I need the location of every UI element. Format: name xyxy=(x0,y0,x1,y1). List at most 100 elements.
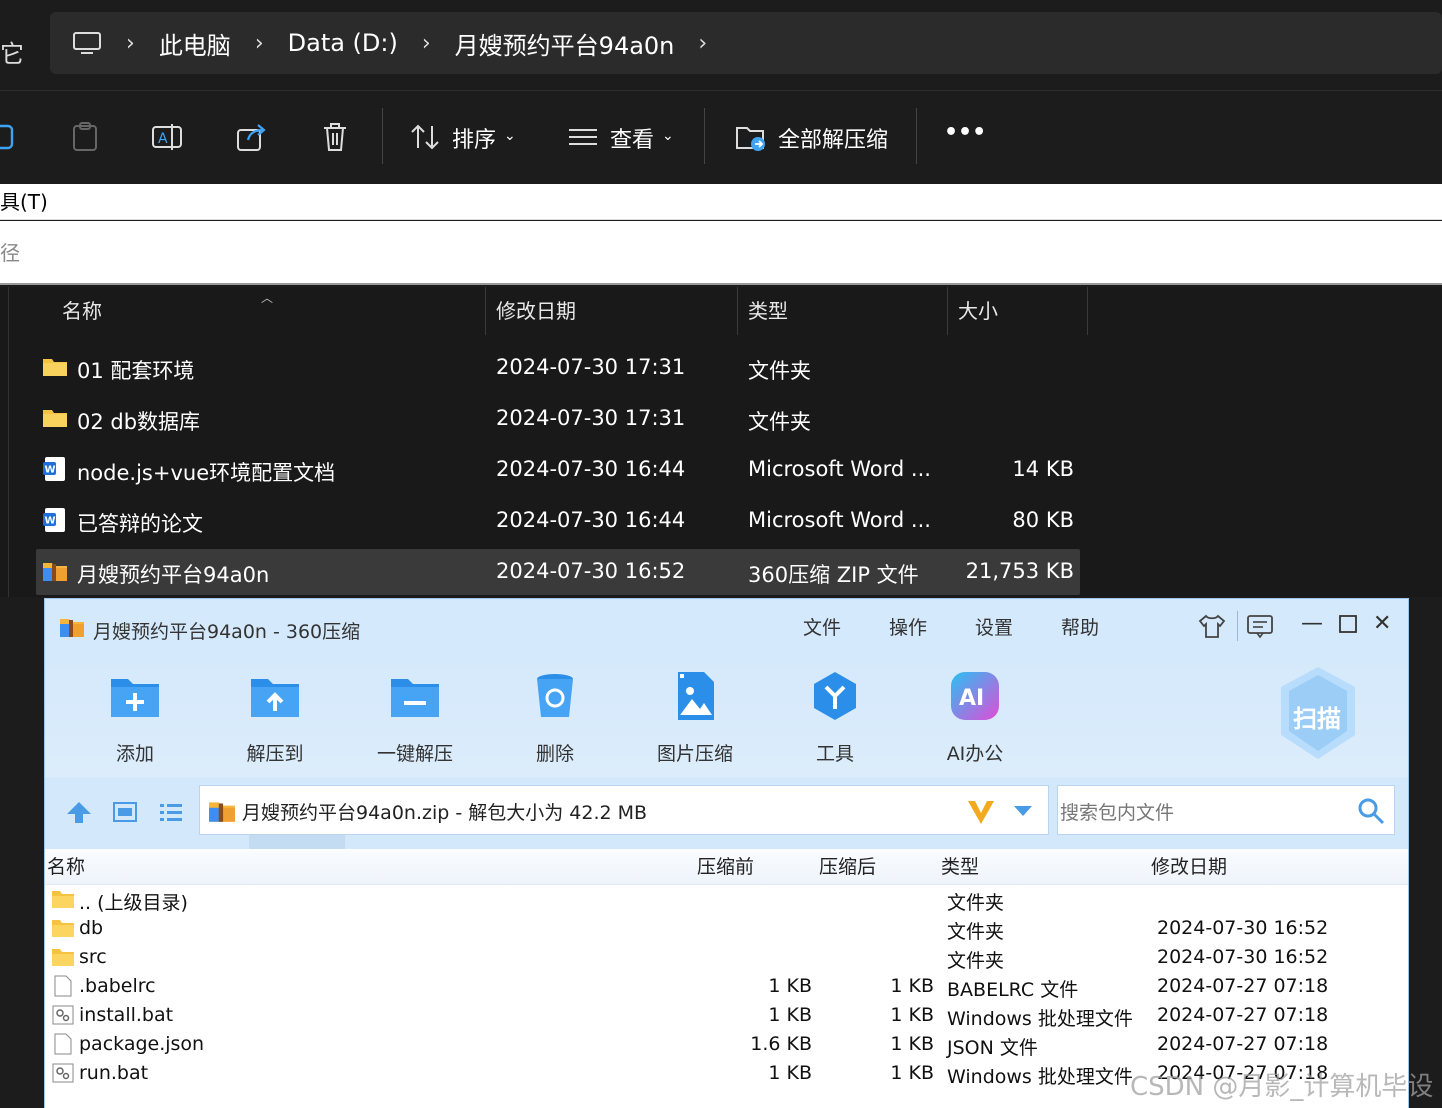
zip-row[interactable]: src 文件夹 2024-07-30 16:52 xyxy=(45,943,1408,972)
tools-button[interactable]: 工具 xyxy=(775,669,895,766)
scroll-thumb[interactable] xyxy=(249,835,345,849)
breadcrumb-data-drive[interactable]: Data (D:) xyxy=(288,29,398,57)
zip-row[interactable]: install.bat 1 KB 1 KB Windows 批处理文件 2024… xyxy=(45,1001,1408,1030)
zip-title-bar[interactable]: 月嫂预约平台94a0n - 360压缩 文件 操作 设置 帮助 — ✕ xyxy=(45,599,1408,653)
chevron-right-icon[interactable]: › xyxy=(255,31,264,56)
command-bar xyxy=(0,90,1442,184)
view-icon[interactable] xyxy=(566,120,600,154)
zip-row-name: run.bat xyxy=(79,1062,149,1084)
file-row[interactable]: W node.js+vue环境配置文档 2024-07-30 16:44 Mic… xyxy=(36,447,1080,493)
feedback-icon[interactable] xyxy=(1245,611,1275,641)
zip-row[interactable]: package.json 1.6 KB 1 KB JSON 文件 2024-07… xyxy=(45,1030,1408,1059)
chevron-right-icon[interactable]: › xyxy=(126,31,135,56)
list-view-icon[interactable] xyxy=(157,799,185,825)
file-date: 2024-07-30 16:52 xyxy=(496,559,686,583)
file-size: 80 KB xyxy=(1012,508,1074,532)
view-button[interactable]: 查看 xyxy=(610,122,654,154)
file-date: 2024-07-30 17:31 xyxy=(496,355,686,379)
file-type: Microsoft Word ... xyxy=(748,508,931,532)
chevron-down-icon[interactable]: ⌄ xyxy=(504,128,516,144)
zip-row-type: 文件夹 xyxy=(947,921,1005,943)
menu-item-tools[interactable]: 具(T) xyxy=(0,190,48,214)
extract-all-button[interactable]: 全部解压缩 xyxy=(778,122,888,154)
column-header-size[interactable]: 大小 xyxy=(958,287,998,335)
breadcrumb-current-folder[interactable]: 月嫂预约平台94a0n xyxy=(455,26,675,61)
file-type: Microsoft Word ... xyxy=(748,457,931,481)
paste-icon[interactable] xyxy=(68,120,102,154)
zip-row-after: 1 KB xyxy=(890,1004,934,1026)
close-icon[interactable]: ✕ xyxy=(1373,611,1391,636)
pane-divider xyxy=(8,287,9,597)
extract-folder-icon[interactable] xyxy=(734,120,768,154)
menu-help[interactable]: 帮助 xyxy=(1061,613,1099,640)
chevron-down-icon[interactable]: ⌄ xyxy=(662,128,674,144)
file-row[interactable]: 01 配套环境 2024-07-30 17:31 文件夹 xyxy=(36,345,1080,391)
skin-shirt-icon[interactable] xyxy=(1197,611,1227,641)
column-separator[interactable] xyxy=(947,287,948,335)
svg-text:W: W xyxy=(45,516,56,527)
zip-column-name[interactable]: 名称 xyxy=(47,849,85,885)
toolbar-divider xyxy=(916,108,917,164)
zip-row[interactable]: .babelrc 1 KB 1 KB BABELRC 文件 2024-07-27… xyxy=(45,972,1408,1001)
folder-icon xyxy=(43,410,67,427)
computer-icon[interactable] xyxy=(72,31,102,55)
file-row-selected[interactable]: 月嫂预约平台94a0n 2024-07-30 16:52 360压缩 ZIP 文… xyxy=(36,549,1080,595)
file-row[interactable]: W 已答辩的论文 2024-07-30 16:44 Microsoft Word… xyxy=(36,498,1080,544)
maximize-icon[interactable] xyxy=(1338,614,1358,634)
search-icon[interactable] xyxy=(1356,796,1386,826)
title-divider xyxy=(1237,611,1238,641)
v-logo-icon[interactable] xyxy=(966,798,996,826)
rename-icon[interactable]: A xyxy=(150,120,184,154)
sort-button[interactable]: 排序 xyxy=(452,122,496,154)
dropdown-arrow-icon[interactable] xyxy=(1012,804,1034,818)
search-placeholder: 搜索包内文件 xyxy=(1060,802,1175,824)
zip-row-type: BABELRC 文件 xyxy=(947,979,1079,1001)
breadcrumb-this-pc[interactable]: 此电脑 xyxy=(159,26,231,61)
sort-icon[interactable] xyxy=(408,120,442,154)
add-folder-icon xyxy=(111,679,159,717)
menu-operation[interactable]: 操作 xyxy=(889,613,927,640)
extract-to-button[interactable]: 解压到 xyxy=(215,669,335,766)
minimize-icon[interactable]: — xyxy=(1301,611,1323,636)
zip-row[interactable]: .. (上级目录) 文件夹 xyxy=(45,885,1408,914)
thumbnail-view-icon[interactable] xyxy=(111,799,139,825)
address-bar[interactable]: › 此电脑 › Data (D:) › 月嫂预约平台94a0n › xyxy=(50,12,1442,74)
file-size: 14 KB xyxy=(1012,457,1074,481)
zip-column-before[interactable]: 压缩前 xyxy=(697,849,754,885)
archive-path-box[interactable]: 月嫂预约平台94a0n.zip - 解包大小为 42.2 MB xyxy=(199,785,1049,835)
delete-icon[interactable] xyxy=(318,120,352,154)
column-separator[interactable] xyxy=(737,287,738,335)
chevron-right-icon[interactable]: › xyxy=(422,31,431,56)
column-separator[interactable] xyxy=(485,287,486,335)
menu-settings[interactable]: 设置 xyxy=(975,613,1013,640)
add-button[interactable]: 添加 xyxy=(75,669,195,766)
file-type: 文件夹 xyxy=(748,410,811,434)
scan-button[interactable]: 扫描 xyxy=(1277,665,1359,761)
new-item-icon[interactable] xyxy=(0,120,20,154)
delete-button[interactable]: 删除 xyxy=(495,669,615,766)
search-input[interactable]: 搜索包内文件 xyxy=(1057,785,1395,835)
image-compress-button[interactable]: 图片压缩 xyxy=(635,669,755,766)
menu-file[interactable]: 文件 xyxy=(803,613,841,640)
folder-icon xyxy=(52,891,74,908)
chevron-right-icon[interactable]: › xyxy=(698,31,707,56)
one-click-extract-button[interactable]: 一键解压 xyxy=(355,669,475,766)
path-field[interactable]: 径 xyxy=(0,221,1442,285)
file-name: 01 配套环境 xyxy=(77,359,195,383)
more-options-icon[interactable]: ••• xyxy=(944,120,986,145)
column-header-date[interactable]: 修改日期 xyxy=(496,287,576,335)
batch-file-icon xyxy=(52,1063,74,1083)
zip-row[interactable]: db 文件夹 2024-07-30 16:52 xyxy=(45,914,1408,943)
column-header-type[interactable]: 类型 xyxy=(748,287,788,335)
zip-column-type[interactable]: 类型 xyxy=(941,849,979,885)
zip-column-date[interactable]: 修改日期 xyxy=(1151,849,1227,885)
one-click-extract-icon xyxy=(391,679,439,717)
column-header-name[interactable]: 名称 xyxy=(62,287,102,335)
zip-column-after[interactable]: 压缩后 xyxy=(819,849,876,885)
share-icon[interactable] xyxy=(234,120,268,154)
file-row[interactable]: 02 db数据库 2024-07-30 17:31 文件夹 xyxy=(36,396,1080,442)
up-arrow-icon[interactable] xyxy=(65,799,93,825)
ai-office-button[interactable]: AI AI办公 xyxy=(915,669,1035,766)
batch-file-icon xyxy=(52,1005,74,1025)
column-separator[interactable] xyxy=(1087,287,1088,335)
